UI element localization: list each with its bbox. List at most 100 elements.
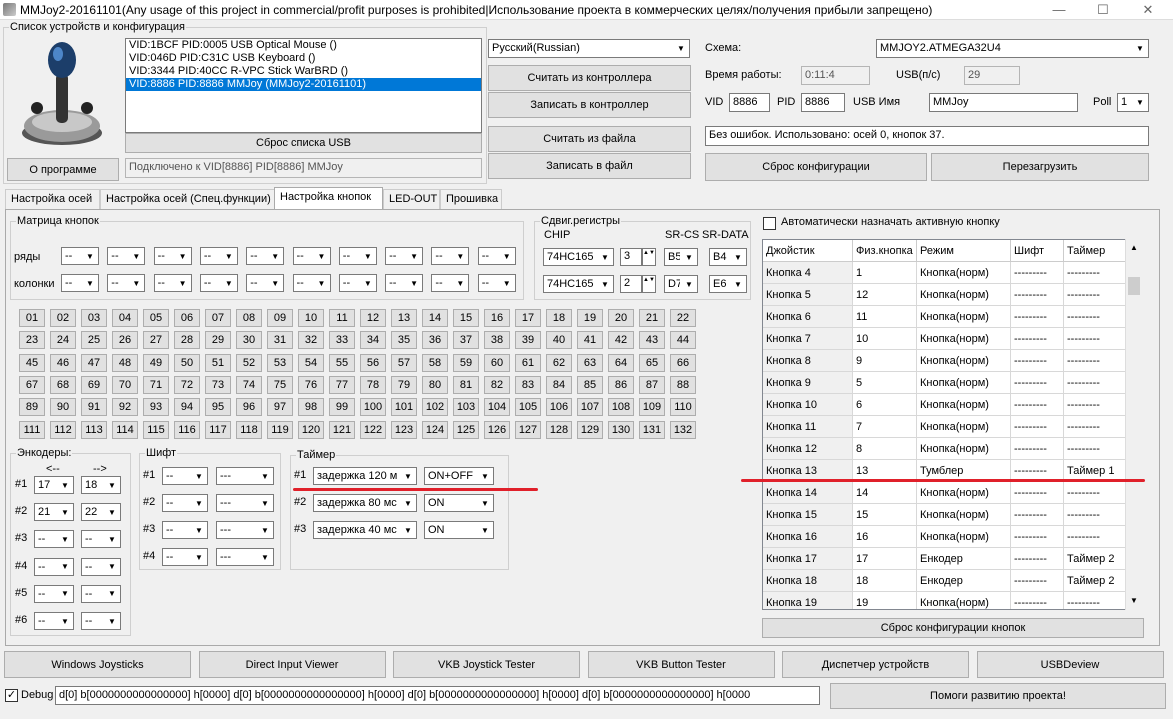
pid-field[interactable]: 8886 [801,93,845,112]
button-number[interactable]: 70 [112,375,138,394]
table-cell[interactable]: 19 [853,592,917,609]
button-number[interactable]: 98 [298,398,324,417]
shift-b-select[interactable]: --- ▼ [216,494,274,512]
button-number[interactable]: 10 [298,309,324,327]
write-file-button[interactable]: Записать в файл [488,153,691,179]
table-cell[interactable]: Кнопка(норм) [917,504,1011,526]
table-cell[interactable]: 18 [853,570,917,592]
timer-mode-select[interactable]: ON ▼ [424,494,494,512]
button-number[interactable]: 57 [391,353,417,372]
button-number[interactable]: 21 [639,309,665,327]
spinner-arrows-icon[interactable]: ▲▼ [642,275,656,293]
usb-name-field[interactable]: MMJoy [929,93,1078,112]
timer-delay-select[interactable]: задержка 40 мс ▼ [313,521,417,539]
table-cell[interactable]: Кнопка(норм) [917,416,1011,438]
shift-b-select[interactable]: --- ▼ [216,521,274,539]
button-number[interactable]: 107 [577,398,603,417]
button-number[interactable]: 40 [546,331,572,350]
matrix-cell-select[interactable]: -- ▼ [107,247,146,265]
button-number[interactable]: 14 [422,309,448,327]
table-header[interactable]: Шифт [1011,240,1064,262]
button-number[interactable]: 52 [236,353,262,372]
button-number[interactable]: 05 [143,309,169,327]
matrix-cell-select[interactable]: -- ▼ [246,274,285,292]
table-cell[interactable]: 7 [853,416,917,438]
matrix-cell-select[interactable]: -- ▼ [153,274,192,292]
button-number[interactable]: 109 [639,398,665,417]
sr-chip-select[interactable]: 74HC165 ▼ [543,275,614,293]
table-cell[interactable]: --------- [1011,416,1064,438]
button-number[interactable]: 73 [205,375,231,394]
table-cell[interactable]: --------- [1011,284,1064,306]
read-controller-button[interactable]: Считать из контроллера [488,65,691,91]
table-cell[interactable]: Кнопка 7 [763,328,853,350]
sr-data-select[interactable]: E6 ▼ [709,275,747,293]
encoder-b-select[interactable]: -- ▼ [81,557,121,576]
table-cell[interactable]: Кнопка(норм) [917,284,1011,306]
table-cell[interactable]: Кнопка 8 [763,350,853,372]
button-number[interactable]: 108 [608,398,634,417]
button-number[interactable]: 63 [577,353,603,372]
table-cell[interactable]: Кнопка(норм) [917,592,1011,609]
button-number[interactable]: 96 [236,398,262,417]
button-number[interactable]: 67 [19,375,45,394]
button-number[interactable]: 95 [205,398,231,417]
button-number[interactable]: 36 [422,331,448,350]
device-list[interactable]: VID:1BCF PID:0005 USB Optical Mouse () V… [125,38,482,133]
bottom-tool-button[interactable]: Direct Input Viewer [198,651,386,678]
button-number[interactable]: 43 [639,331,665,350]
table-cell[interactable]: --------- [1011,438,1064,460]
matrix-cell-select[interactable]: -- ▼ [153,247,192,265]
button-number[interactable]: 104 [484,398,510,417]
button-number[interactable]: 124 [422,420,448,439]
table-cell[interactable]: --------- [1064,526,1126,548]
close-button[interactable]: ✕ [1125,0,1171,20]
matrix-cell-select[interactable]: -- ▼ [199,247,238,265]
button-number[interactable]: 16 [484,309,510,327]
button-number[interactable]: 129 [577,420,603,439]
button-number[interactable]: 53 [267,353,293,372]
button-number[interactable]: 22 [670,309,696,327]
encoder-b-select[interactable]: 22 ▼ [81,503,121,522]
scroll-thumb[interactable] [1128,277,1140,295]
table-cell[interactable]: --------- [1064,328,1126,350]
button-number[interactable]: 06 [174,309,200,327]
table-cell[interactable]: --------- [1064,504,1126,526]
encoder-a-select[interactable]: 17 ▼ [34,476,74,494]
button-number[interactable]: 15 [453,309,479,327]
table-cell[interactable]: --------- [1064,284,1126,306]
shift-a-select[interactable]: -- ▼ [162,548,208,566]
table-cell[interactable]: Таймер 2 [1064,570,1126,592]
table-cell[interactable]: 9 [853,350,917,372]
table-cell[interactable]: --------- [1064,416,1126,438]
matrix-cell-select[interactable]: -- ▼ [199,274,238,292]
button-number[interactable]: 89 [19,398,45,417]
button-number[interactable]: 33 [329,331,355,350]
matrix-cell-select[interactable]: -- ▼ [61,247,99,265]
button-number[interactable]: 25 [81,331,107,350]
button-number[interactable]: 125 [453,420,479,439]
button-number[interactable]: 11 [329,309,355,327]
button-number[interactable]: 68 [50,375,76,394]
bottom-tool-button[interactable]: VKB Button Tester [587,651,775,678]
button-number[interactable]: 76 [298,375,324,394]
sr-chip-select[interactable]: 74HC165 ▼ [543,248,614,266]
button-number[interactable]: 105 [515,398,541,417]
button-number[interactable]: 75 [267,375,293,394]
encoder-a-select[interactable]: 21 ▼ [34,503,74,522]
button-number[interactable]: 28 [174,331,200,350]
button-number[interactable]: 111 [19,420,45,439]
table-cell[interactable]: Кнопка(норм) [917,482,1011,504]
button-number[interactable]: 47 [81,353,107,372]
button-number[interactable]: 69 [81,375,107,394]
table-cell[interactable]: Кнопка(норм) [917,438,1011,460]
button-number[interactable]: 84 [546,375,572,394]
vid-field[interactable]: 8886 [729,93,770,112]
table-cell[interactable]: Кнопка 18 [763,570,853,592]
button-number[interactable]: 91 [81,398,107,417]
matrix-cell-select[interactable]: -- ▼ [431,247,470,265]
table-cell[interactable]: 8 [853,438,917,460]
timer-mode-select[interactable]: ON ▼ [424,521,494,539]
button-number[interactable]: 04 [112,309,138,327]
table-cell[interactable]: --------- [1011,306,1064,328]
